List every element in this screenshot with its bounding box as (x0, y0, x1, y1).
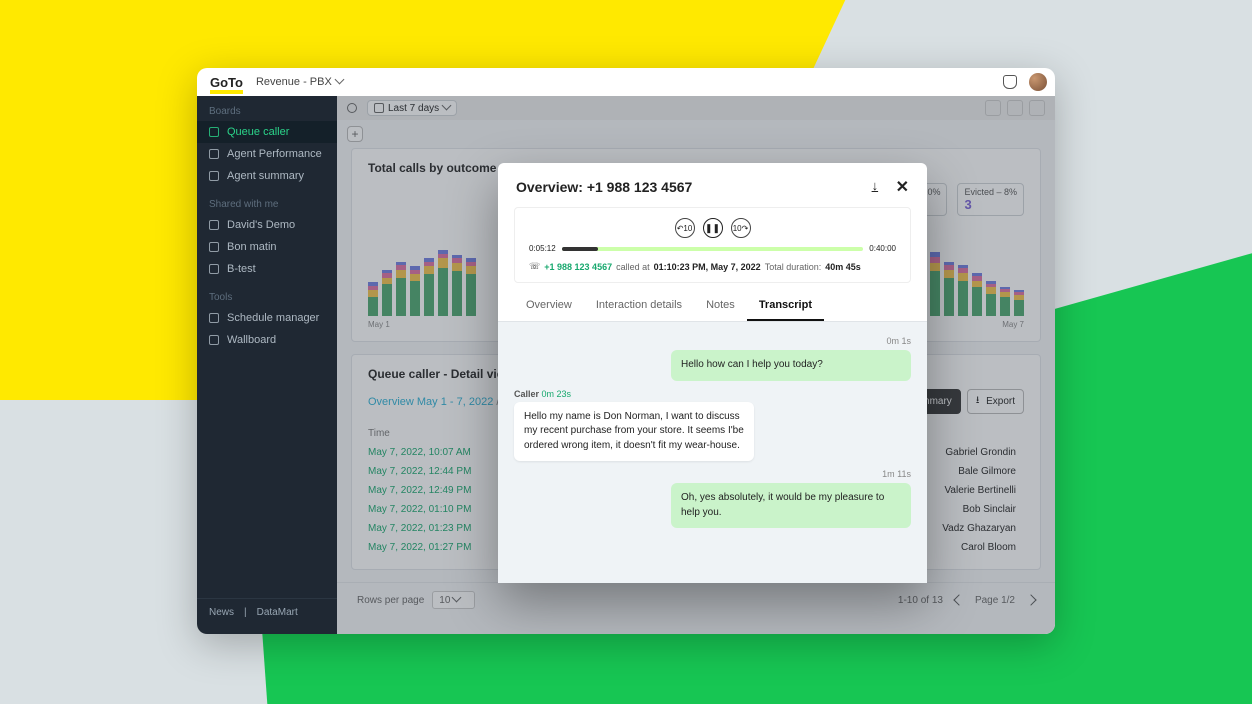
modal-tabs: Overview Interaction details Notes Trans… (498, 291, 927, 322)
caller-message: Hello my name is Don Norman, I want to d… (514, 402, 754, 462)
transcript-pane[interactable]: 0m 1sHello how can I help you today?Call… (498, 322, 927, 583)
sidebar-item-b-test[interactable]: B-test (197, 258, 337, 280)
datamart-link[interactable]: DataMart (257, 607, 298, 618)
download-icon[interactable] (872, 177, 886, 191)
call-overview-modal: Overview: +1 988 123 4567 ✕ ↶10 ❚❚ 10↷ 0… (498, 163, 927, 583)
audio-player: ↶10 ❚❚ 10↷ 0:05:12 0:40:00 ☏ +1 988 123 … (514, 207, 911, 283)
agent-message: Hello how can I help you today? (671, 350, 911, 381)
sidebar-item-agent-summary[interactable]: Agent summary (197, 165, 337, 187)
close-icon[interactable]: ✕ (896, 177, 909, 197)
modal-title: Overview: +1 988 123 4567 (516, 179, 692, 195)
sidebar: Boards Queue caller Agent Performance Ag… (197, 96, 337, 634)
tab-interaction-details[interactable]: Interaction details (584, 291, 694, 321)
play-pause-button[interactable]: ❚❚ (703, 218, 723, 238)
avatar[interactable] (1029, 73, 1047, 91)
workspace-label: Revenue - PBX (256, 76, 332, 88)
sidebar-footer: News | DataMart (197, 598, 337, 626)
seek-bar[interactable] (562, 247, 864, 251)
sidebar-item-queue-caller[interactable]: Queue caller (197, 121, 337, 143)
app-window: GoTo Revenue - PBX Boards Queue caller A… (197, 68, 1055, 634)
topbar: GoTo Revenue - PBX (197, 68, 1055, 96)
workspace-picker[interactable]: Revenue - PBX (256, 76, 343, 88)
sidebar-section-tools: Tools (197, 290, 337, 307)
tab-notes[interactable]: Notes (694, 291, 747, 321)
news-link[interactable]: News (209, 607, 234, 618)
sidebar-section-shared: Shared with me (197, 197, 337, 214)
sidebar-section-boards: Boards (197, 104, 337, 121)
sidebar-item-schedule-manager[interactable]: Schedule manager (197, 307, 337, 329)
agent-message: Oh, yes absolutely, it would be my pleas… (671, 483, 911, 528)
sidebar-item-wallboard[interactable]: Wallboard (197, 329, 337, 351)
sidebar-item-davids-demo[interactable]: David's Demo (197, 214, 337, 236)
tab-transcript[interactable]: Transcript (747, 291, 824, 321)
caller-number: +1 988 123 4567 (544, 262, 612, 272)
sidebar-item-bon-matin[interactable]: Bon matin (197, 236, 337, 258)
rewind-10-button[interactable]: ↶10 (675, 218, 695, 238)
sidebar-item-agent-performance[interactable]: Agent Performance (197, 143, 337, 165)
tab-overview[interactable]: Overview (514, 291, 584, 321)
forward-10-button[interactable]: 10↷ (731, 218, 751, 238)
chevron-down-icon (336, 76, 343, 88)
phone-outgoing-icon: ☏ (529, 261, 540, 272)
bell-icon[interactable] (1003, 75, 1017, 89)
goto-logo: GoTo (205, 73, 248, 92)
